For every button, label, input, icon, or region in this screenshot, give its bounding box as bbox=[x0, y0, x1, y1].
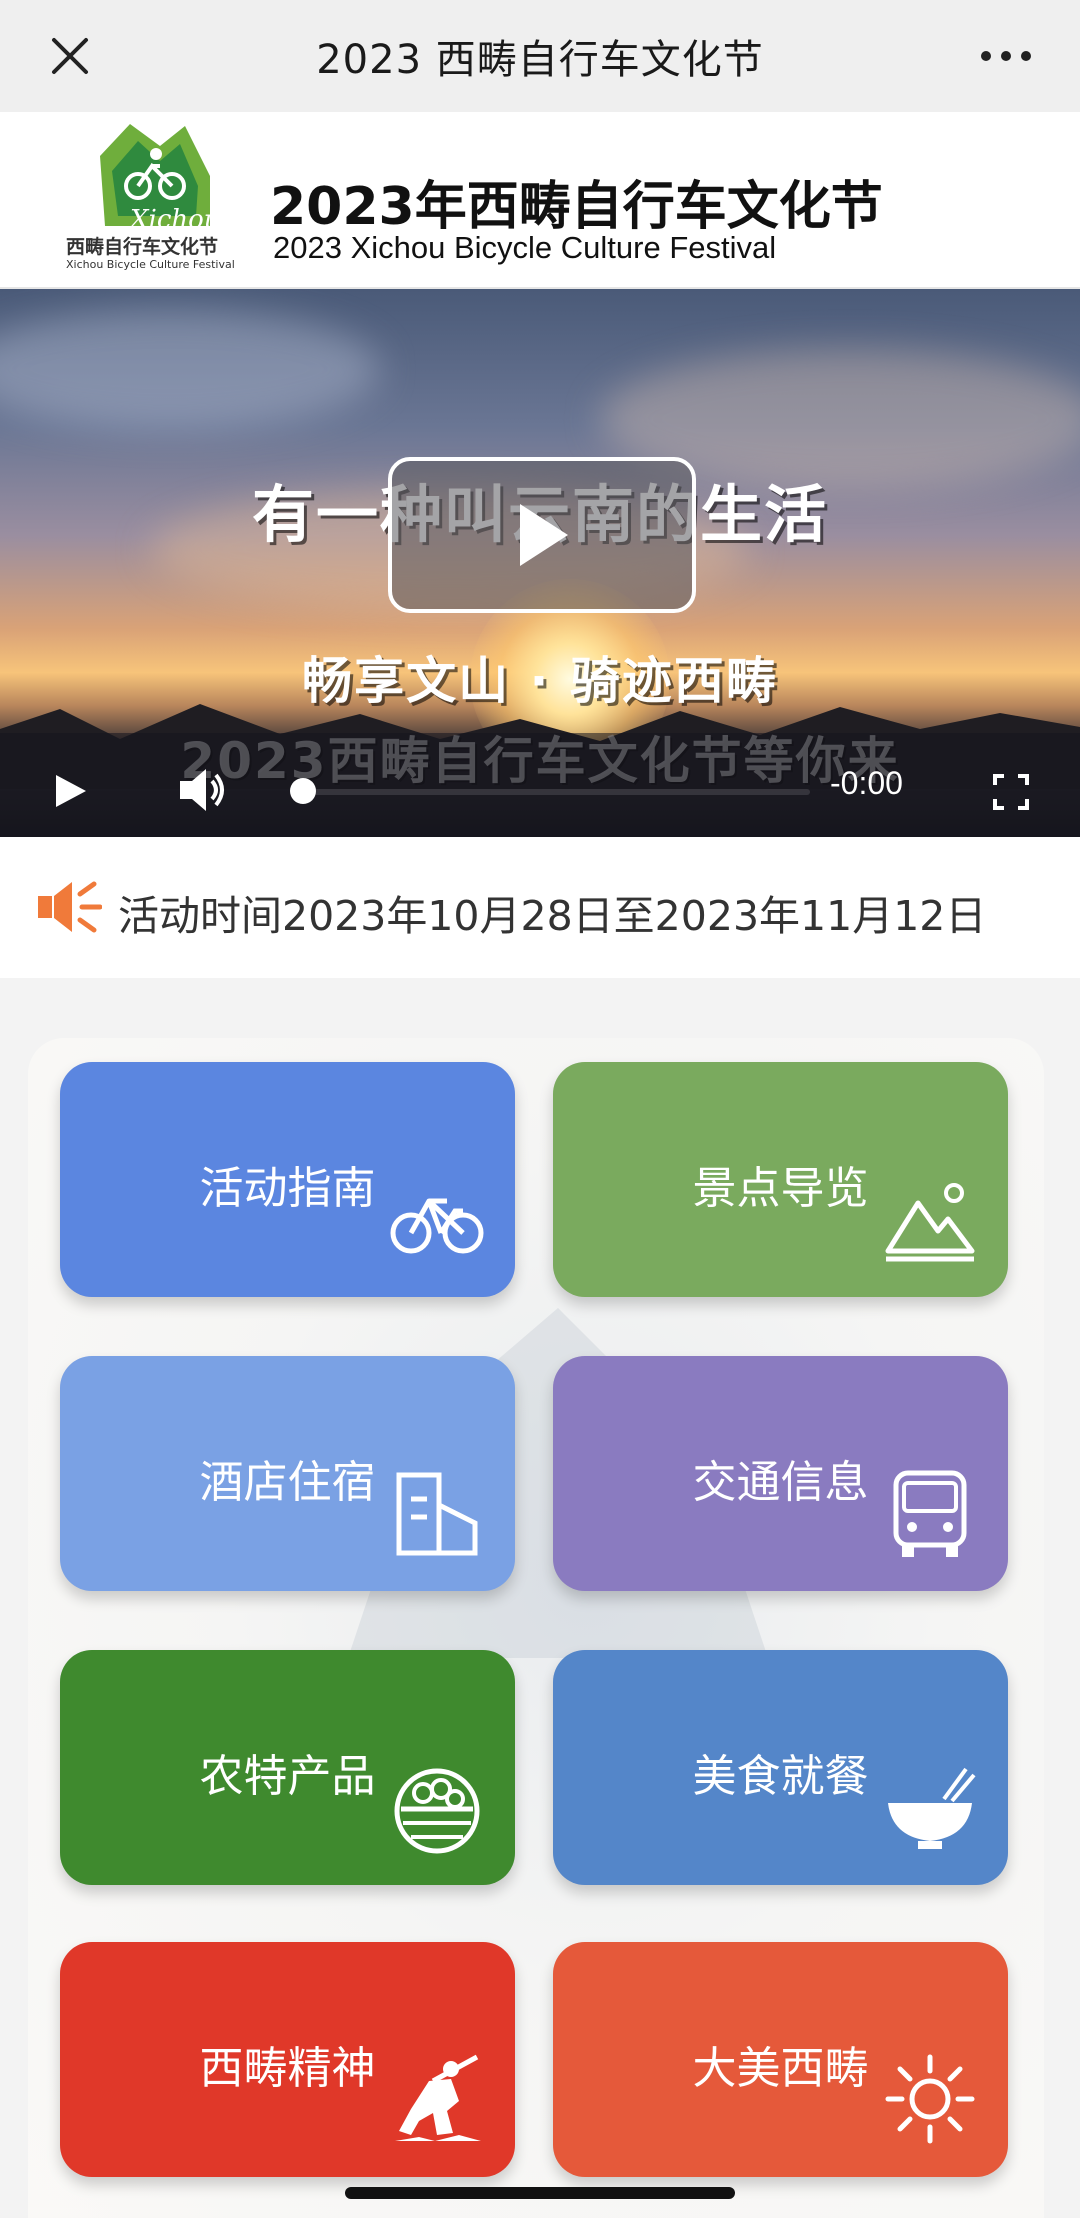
speaker-icon bbox=[38, 881, 102, 933]
tile-activity-guide[interactable]: 活动指南 bbox=[60, 1062, 515, 1297]
tile-traffic[interactable]: 交通信息 bbox=[553, 1356, 1008, 1591]
home-indicator[interactable] bbox=[345, 2187, 735, 2199]
top-navbar: 2023 西畴自行车文化节 bbox=[0, 0, 1080, 112]
tile-local-products[interactable]: 农特产品 bbox=[60, 1650, 515, 1885]
festival-logo: Xichou 西畴自行车文化节 Xichou Bicycle Culture F… bbox=[60, 116, 260, 281]
logo-caption: 西畴自行车文化节 bbox=[66, 236, 219, 258]
bus-icon bbox=[893, 1470, 967, 1557]
time-display: -0:00 bbox=[830, 765, 903, 801]
event-date-text: 活动时间2023年10月28日至2023年11月12日 bbox=[118, 892, 987, 940]
header-subtitle: 2023 Xichou Bicycle Culture Festival bbox=[273, 230, 777, 265]
video-overlay-line2: 畅享文山 · 骑迹西畴 bbox=[302, 652, 778, 710]
header-title: 2023年西畴自行车文化节 bbox=[270, 177, 883, 237]
play-icon bbox=[520, 504, 568, 566]
logo-subcaption: Xichou Bicycle Culture Festival bbox=[66, 258, 235, 271]
logo-mountain-icon: Xichou bbox=[100, 124, 221, 235]
progress-track[interactable] bbox=[290, 789, 810, 795]
video-player[interactable]: 有一种叫云南的生活 畅享文山 · 骑迹西畴 2023西畴自行车文化节等你来 -0… bbox=[0, 289, 1080, 837]
bowl-icon bbox=[888, 1767, 976, 1849]
basket-icon bbox=[394, 1768, 480, 1854]
menu-area: 活动指南 景点导览 酒店住宿 交通信息 农特产品 美食就餐 西畴精神 大美西畴 bbox=[0, 978, 1080, 2218]
more-icon[interactable] bbox=[976, 30, 1036, 82]
tile-scenic-guide[interactable]: 景点导览 bbox=[553, 1062, 1008, 1297]
sun-icon bbox=[885, 2054, 975, 2144]
tile-xichou-spirit[interactable]: 西畴精神 bbox=[60, 1942, 515, 2177]
tile-food[interactable]: 美食就餐 bbox=[553, 1650, 1008, 1885]
play-button[interactable] bbox=[388, 457, 696, 613]
progress-knob[interactable] bbox=[290, 778, 316, 804]
close-icon[interactable] bbox=[44, 30, 96, 82]
building-icon bbox=[396, 1472, 478, 1556]
mountain-icon bbox=[885, 1183, 975, 1262]
svg-text:Xichou: Xichou bbox=[128, 205, 221, 235]
worker-icon bbox=[395, 2054, 481, 2141]
fullscreen-icon[interactable] bbox=[992, 773, 1030, 811]
tile-beautiful-xichou[interactable]: 大美西畴 bbox=[553, 1942, 1008, 2177]
bicycle-icon bbox=[390, 1198, 484, 1254]
video-controls: -0:00 bbox=[0, 733, 1080, 837]
tile-hotel[interactable]: 酒店住宿 bbox=[60, 1356, 515, 1591]
volume-icon[interactable] bbox=[176, 763, 230, 817]
event-notice: 活动时间2023年10月28日至2023年11月12日 bbox=[0, 838, 1080, 978]
small-play-icon[interactable] bbox=[50, 771, 90, 811]
festival-header: Xichou 西畴自行车文化节 Xichou Bicycle Culture F… bbox=[0, 112, 1080, 289]
page-title: 2023 西畴自行车文化节 bbox=[316, 37, 764, 83]
